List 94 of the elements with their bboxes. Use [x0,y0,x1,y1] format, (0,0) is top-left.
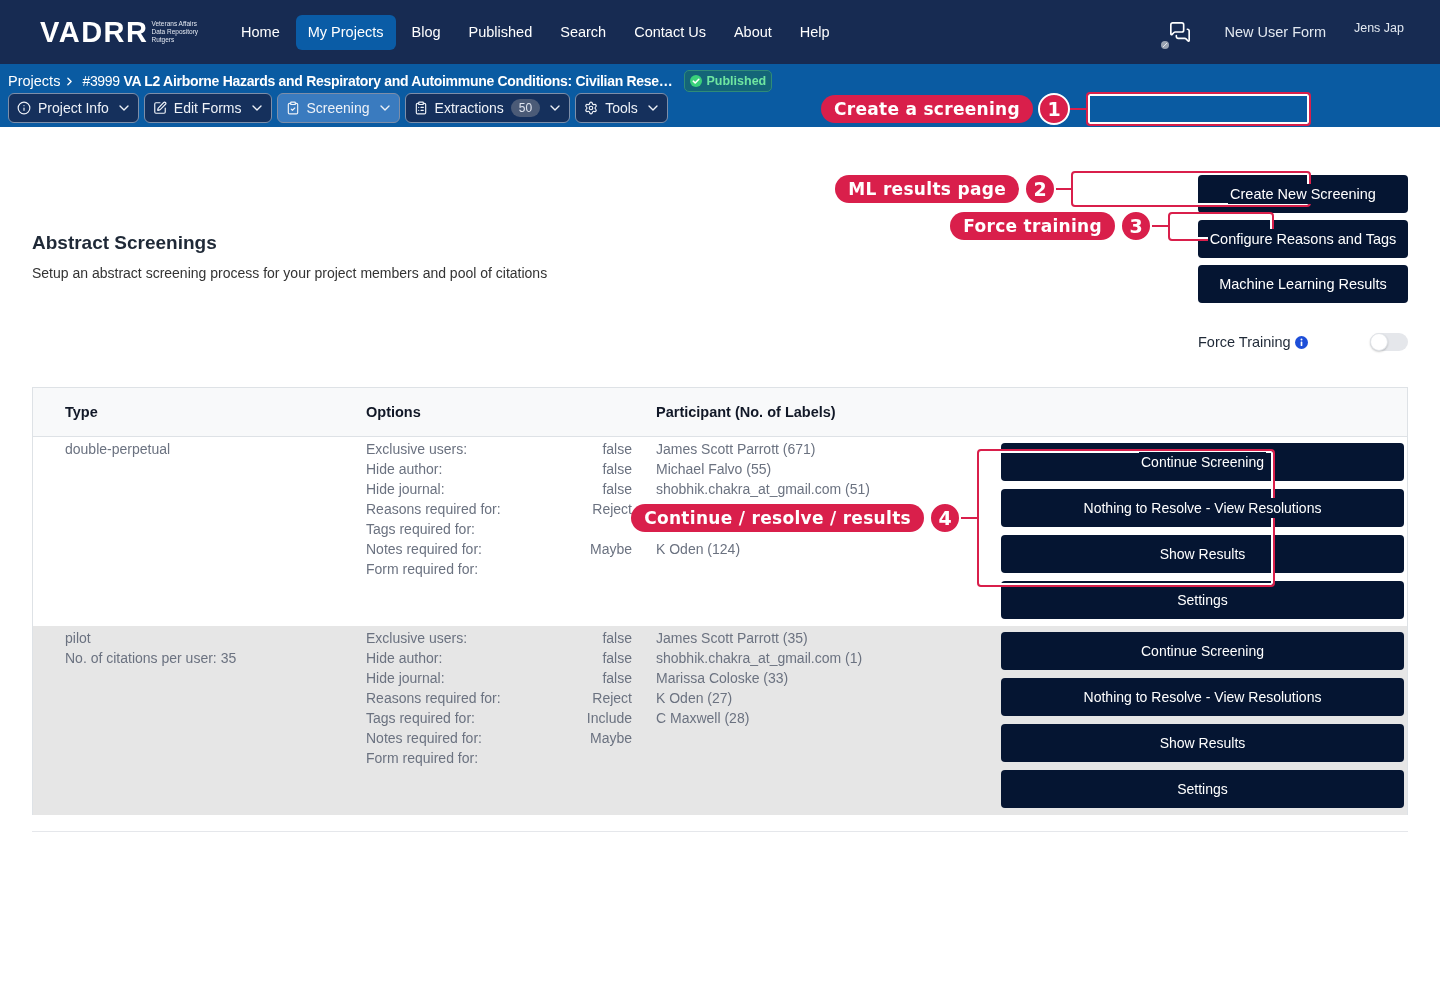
option-label: Reasons required for: [366,500,501,519]
option-label: Reasons required for: [366,689,501,708]
participant-name: Michael Falvo (55) [656,460,772,479]
page-description: Setup an abstract screening process for your project members and pool of citations [32,264,548,283]
page-title: Abstract Screenings [32,231,218,255]
option-value: false [602,629,632,648]
callout-connector [1070,108,1086,110]
nav-link[interactable]: Contact Us [622,14,718,50]
option-label: Hide journal: [366,669,445,688]
tab[interactable]: Edit Forms [143,93,272,123]
toggle-switch[interactable] [1370,333,1408,351]
row-action-button[interactable]: Show Results [1001,724,1404,762]
callout-label: ML results page [835,175,1019,203]
option-label: Hide author: [366,460,443,479]
option-label: Tags required for: [366,709,475,728]
participant-name: C Maxwell (28) [656,709,750,728]
tab[interactable]: Project Info [8,93,139,123]
info-icon [17,101,31,115]
force-training-label: Force Training [1198,334,1291,350]
option-value: false [602,440,632,459]
option-value: Reject [592,689,632,708]
row-action-button[interactable]: Continue Screening [1001,443,1404,481]
option-label: Exclusive users: [366,629,468,648]
table-cell-text: No. of citations per user: 35 [65,649,237,668]
participant-name: K Oden (124) [656,540,741,559]
row-action-button[interactable]: Settings [1001,770,1404,808]
option-label: Hide journal: [366,480,445,499]
option-label: Tags required for: [366,520,475,539]
participant-name: shobhik.chakra_at_gmail.com (51) [656,480,870,499]
row-action-button[interactable]: Show Results [1001,535,1404,573]
column-header: Type [64,404,98,420]
action-button[interactable]: Machine Learning Results [1198,265,1408,303]
option-value: Maybe [589,729,632,748]
action-button[interactable]: Create New Screening [1198,175,1408,213]
participant-name: shobhik.chakra_at_gmail.com (1) [656,649,863,668]
status-badge: Published [684,70,773,92]
project-title: #3999 VA L2 Airborne Hazards and Respiratory and Autoimmune Conditions: Civilian Rese… [82,73,673,89]
row-action-button[interactable]: Nothing to Resolve - View Resolutions [1001,489,1404,527]
row-action-button[interactable]: Nothing to Resolve - View Resolutions [1001,678,1404,716]
count-badge: 50 [510,99,541,117]
option-label: Notes required for: [366,540,482,559]
table-cell-text: double-perpetual [65,440,171,459]
info-icon[interactable] [1294,335,1308,349]
check-circle-icon [690,75,703,87]
row-action-button[interactable]: Settings [1001,581,1404,619]
tab[interactable]: Extractions 50 [404,93,571,123]
row-action-button[interactable]: Continue Screening [1001,632,1404,670]
participant-name: James Scott Parrott (35) [656,629,808,648]
option-value: Reject [592,500,632,519]
option-label: Hide author: [366,649,443,668]
option-label: Notes required for: [366,729,482,748]
nav-link[interactable]: Published [456,14,545,50]
callout-connector [1056,188,1071,190]
option-value: false [602,669,632,688]
option-value: false [602,649,632,668]
nav-link[interactable]: Help [787,14,842,50]
tab[interactable]: Screening [276,93,400,123]
option-value: false [602,460,632,479]
nav-link[interactable]: My Projects [295,14,396,50]
breadcrumb-link[interactable]: Projects [8,73,61,89]
participant-name: K Oden (27) [656,689,733,708]
nav-link[interactable]: Blog [399,14,453,50]
edit-icon [152,101,167,115]
clipboard-list-icon [413,101,428,115]
user-menu[interactable]: Jens Jap [1353,21,1404,35]
callout-label: Continue / resolve / results [631,504,924,532]
callout-connector [1152,225,1168,227]
action-button[interactable]: Configure Reasons and Tags [1198,220,1408,258]
option-value: false [602,480,632,499]
column-header: Participant (No. of Labels) [655,404,836,420]
option-label: Exclusive users: [366,440,468,459]
option-label: Form required for: [366,749,479,768]
column-header: Options [366,404,421,420]
settings-icon [584,101,599,115]
nav-link[interactable]: Search [548,14,619,50]
callout-number: 2 [1024,173,1056,205]
status-dot-icon [1161,41,1170,49]
callout-connector [961,517,977,519]
new-user-form-link[interactable]: New User Form [1224,24,1326,40]
participant-name: Marissa Coloske (33) [656,669,789,688]
clipboard-check-icon [285,101,300,115]
tab[interactable]: Tools [575,93,668,123]
nav-link[interactable]: Home [229,14,292,50]
callout-label: Create a screening [820,95,1033,123]
callout-number: 3 [1120,210,1152,242]
option-value: Maybe [589,540,632,559]
callout-label: Force training [950,212,1115,240]
option-value: Include [586,709,632,728]
participant-name: James Scott Parrott (671) [656,440,816,459]
nav-link[interactable]: About [721,14,784,50]
logo-wordmark[interactable]: VADRR [40,17,149,47]
table-cell-text: pilot [65,629,91,648]
chat-icon[interactable] [1169,21,1192,43]
option-label: Form required for: [366,560,479,579]
